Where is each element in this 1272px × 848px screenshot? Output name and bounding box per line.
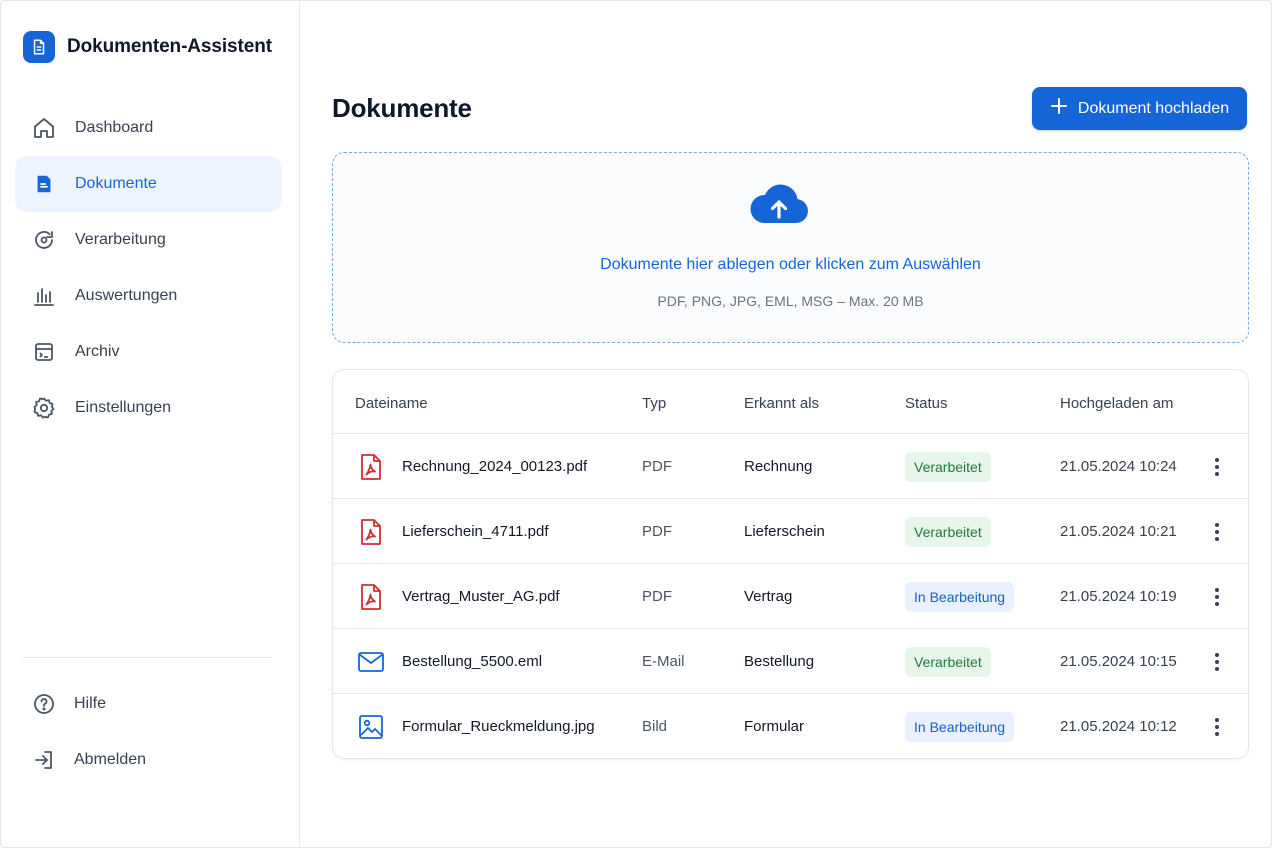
upload-button-label: Dokument hochladen <box>1077 99 1230 117</box>
file-type: PDF <box>642 588 672 605</box>
pdf-file-icon <box>357 499 385 564</box>
sidebar-item-label: Verarbeitung <box>75 231 166 248</box>
uploaded-at: 21.05.2024 10:12 <box>1060 718 1177 735</box>
file-type: PDF <box>642 458 672 475</box>
file-type: Bild <box>642 718 668 735</box>
status-cell: Verarbeitet <box>905 499 991 564</box>
brand[interactable]: Dokumenten-Assistent <box>23 31 272 63</box>
home-icon <box>31 115 57 141</box>
mail-icon <box>357 629 385 694</box>
status-cell: In Bearbeitung <box>905 564 1015 629</box>
column-header-typ[interactable]: Typ <box>642 395 666 412</box>
more-options-icon[interactable] <box>1205 629 1229 694</box>
documents-table: Dateiname Typ Erkannt als Status Hochgel… <box>332 369 1249 759</box>
table-header: Dateiname Typ Erkannt als Status Hochgel… <box>333 370 1248 434</box>
column-header-dateiname[interactable]: Dateiname <box>355 395 428 412</box>
upload-document-button[interactable]: Dokument hochladen <box>1032 87 1247 130</box>
sidebar-item-abmelden[interactable]: Abmelden <box>15 732 282 788</box>
archive-icon <box>31 339 57 365</box>
gear-icon <box>31 395 57 421</box>
cloud-upload-icon <box>748 181 810 227</box>
table-row[interactable]: Bestellung_5500.eml E-Mail Bestellung Ve… <box>333 629 1248 694</box>
sidebar-item-label: Hilfe <box>74 695 107 712</box>
app-logo-icon <box>23 31 55 63</box>
bar-chart-icon <box>31 283 57 309</box>
sidebar: Dokumenten-Assistent Dashboard Dokumente… <box>1 1 300 847</box>
uploaded-at: 21.05.2024 10:21 <box>1060 523 1177 540</box>
sidebar-item-label: Archiv <box>75 343 120 360</box>
document-icon <box>31 171 57 197</box>
table-row[interactable]: Rechnung_2024_00123.pdf PDF Rechnung Ver… <box>333 434 1248 499</box>
sidebar-divider <box>23 657 271 658</box>
table-row[interactable]: Lieferschein_4711.pdf PDF Lieferschein V… <box>333 499 1248 564</box>
uploaded-at: 21.05.2024 10:19 <box>1060 588 1177 605</box>
uploaded-at: 21.05.2024 10:24 <box>1060 458 1177 475</box>
file-name: Bestellung_5500.eml <box>402 653 543 670</box>
file-name: Vertrag_Muster_AG.pdf <box>402 588 560 605</box>
main-content: Dokumente Dokument hochladen Dokumente h… <box>301 1 1271 847</box>
sidebar-item-label: Dashboard <box>75 119 154 136</box>
column-header-erkannt-als[interactable]: Erkannt als <box>744 395 819 412</box>
sidebar-item-verarbeitung[interactable]: Verarbeitung <box>15 212 282 268</box>
dropzone-hint: PDF, PNG, JPG, EML, MSG – Max. 20 MB <box>657 293 924 309</box>
sidebar-item-label: Auswertungen <box>75 287 178 304</box>
sidebar-item-auswertungen[interactable]: Auswertungen <box>15 268 282 324</box>
sidebar-item-dashboard[interactable]: Dashboard <box>15 100 282 156</box>
more-options-icon[interactable] <box>1205 499 1229 564</box>
status-badge: Verarbeitet <box>905 516 991 547</box>
refresh-icon <box>31 227 57 253</box>
status-cell: Verarbeitet <box>905 629 991 694</box>
file-type: E-Mail <box>642 653 685 670</box>
dropzone-text: Dokumente hier ablegen oder klicken zum … <box>600 256 981 273</box>
pdf-file-icon <box>357 434 385 499</box>
file-type: PDF <box>642 523 672 540</box>
upload-dropzone[interactable]: Dokumente hier ablegen oder klicken zum … <box>332 152 1249 343</box>
help-icon <box>31 691 57 717</box>
sidebar-item-label: Einstellungen <box>75 399 172 416</box>
status-badge: Verarbeitet <box>905 451 991 482</box>
more-options-icon[interactable] <box>1205 694 1229 759</box>
recognized-as: Bestellung <box>744 653 815 670</box>
sidebar-item-dokumente[interactable]: Dokumente <box>15 156 282 212</box>
app-name: Dokumenten-Assistent <box>67 36 272 57</box>
recognized-as: Rechnung <box>744 458 813 475</box>
status-badge: In Bearbeitung <box>905 581 1015 612</box>
more-options-icon[interactable] <box>1205 434 1229 499</box>
uploaded-at: 21.05.2024 10:15 <box>1060 653 1177 670</box>
page-title: Dokumente <box>332 93 472 123</box>
recognized-as: Formular <box>744 718 805 735</box>
status-badge: In Bearbeitung <box>905 711 1015 742</box>
file-name: Rechnung_2024_00123.pdf <box>402 458 588 475</box>
status-badge: Verarbeitet <box>905 646 991 677</box>
recognized-as: Lieferschein <box>744 523 825 540</box>
status-cell: In Bearbeitung <box>905 694 1015 759</box>
app-window: Dokumenten-Assistent Dashboard Dokumente… <box>0 0 1272 848</box>
file-name: Lieferschein_4711.pdf <box>402 523 549 540</box>
plus-icon <box>1050 97 1068 120</box>
pdf-file-icon <box>357 564 385 629</box>
column-header-hochgeladen-am[interactable]: Hochgeladen am <box>1060 395 1173 412</box>
status-cell: Verarbeitet <box>905 434 991 499</box>
sidebar-bottom-nav: Hilfe Abmelden <box>15 676 282 788</box>
sidebar-item-label: Abmelden <box>74 751 147 768</box>
sidebar-item-archiv[interactable]: Archiv <box>15 324 282 380</box>
recognized-as: Vertrag <box>744 588 793 605</box>
column-header-status[interactable]: Status <box>905 395 948 412</box>
table-row[interactable]: Vertrag_Muster_AG.pdf PDF Vertrag In Bea… <box>333 564 1248 629</box>
sidebar-nav: Dashboard Dokumente Verarbeitung Auswert… <box>15 100 282 436</box>
file-name: Formular_Rueckmeldung.jpg <box>402 718 595 735</box>
table-row[interactable]: Formular_Rueckmeldung.jpg Bild Formular … <box>333 694 1248 759</box>
logout-icon <box>31 747 57 773</box>
more-options-icon[interactable] <box>1205 564 1229 629</box>
sidebar-item-einstellungen[interactable]: Einstellungen <box>15 380 282 436</box>
image-icon <box>357 694 385 759</box>
sidebar-item-label: Dokumente <box>75 175 157 192</box>
sidebar-item-hilfe[interactable]: Hilfe <box>15 676 282 732</box>
